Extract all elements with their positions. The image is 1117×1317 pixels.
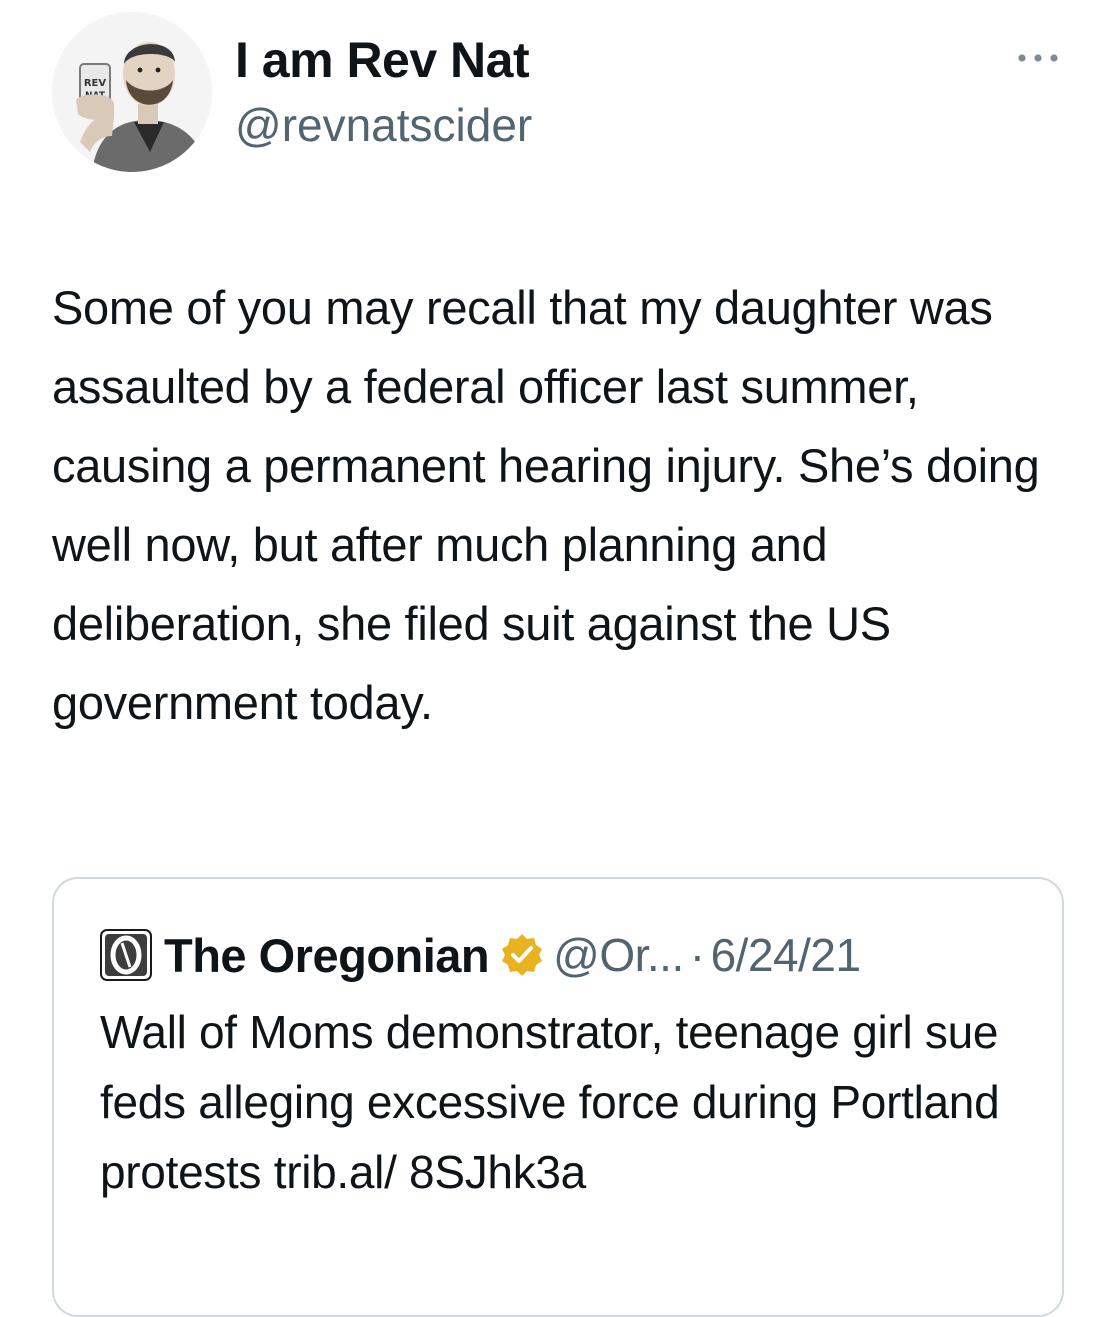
tweet-text: Some of you may recall that my daughter … — [52, 281, 1040, 729]
quoted-handle[interactable]: @Or... — [553, 928, 684, 982]
oregonian-logo-icon — [100, 929, 152, 981]
quoted-date[interactable]: 6/24/21 — [711, 928, 861, 982]
gold-verified-badge-icon — [502, 934, 543, 976]
avatar-illustration: REV NAT — [52, 12, 212, 172]
quoted-tweet-header: The Oregonian @Or... · 6/24/21 — [100, 927, 861, 983]
svg-text:REV: REV — [84, 78, 107, 89]
author-display-name[interactable]: I am Rev Nat — [235, 30, 530, 90]
quoted-tweet-text: Wall of Moms demonstrator, teenage girl … — [100, 1006, 1000, 1198]
separator-dot: · — [689, 929, 705, 981]
avatar[interactable]: REV NAT — [52, 12, 212, 172]
more-horizontal-icon — [1018, 54, 1058, 62]
quoted-display-name[interactable]: The Oregonian — [164, 928, 490, 983]
more-options-button[interactable] — [1012, 42, 1064, 74]
quoted-tweet-card[interactable]: The Oregonian @Or... · 6/24/21 Wall of M… — [52, 877, 1064, 1317]
author-handle[interactable]: @revnatscider — [235, 98, 532, 153]
